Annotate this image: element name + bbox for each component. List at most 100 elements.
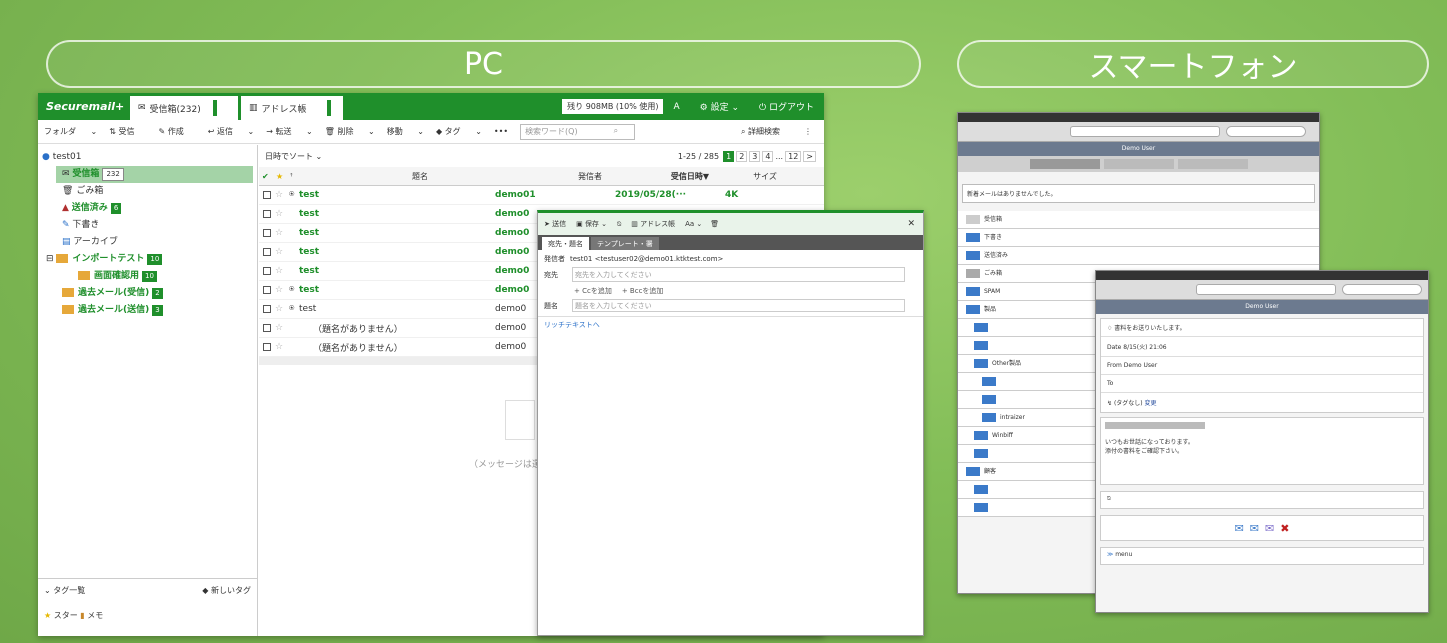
folder-archive[interactable]: ▤ アーカイブ [42,234,253,251]
book-icon: ▥ [249,103,258,113]
browser-bar [958,122,1319,142]
menu-button[interactable]: ≫ menu [1100,547,1424,565]
folder-menu[interactable]: フォルダ ⌄ [44,126,97,137]
search-input[interactable]: 検索ワード(Q) ⌕ [520,123,636,140]
attachment-row[interactable]: ⍉ [1100,491,1424,509]
tab-addressbook[interactable]: ▥ アドレス帳 [241,96,343,120]
pc-header: PC [46,40,921,88]
pen-icon: ✎ [62,220,70,230]
compose-button[interactable]: ✎ 作成 [159,126,196,137]
move-button[interactable]: 移動 ⌄ [387,126,424,137]
sort-dropdown[interactable]: 日時でソート ⌄ [265,151,322,162]
forward-icon[interactable]: ✉ [1265,522,1274,535]
browser-bar [1096,280,1428,300]
folder-pane: ● test01 ✉ 受信箱 232 🗑 ごみ箱 ▲ 送信済み 6 ✎ 下書き ▤ … [38,145,258,636]
inbox-icon: ✉ [62,169,70,179]
tag-button[interactable]: ◆ タグ ⌄ [436,126,482,137]
delete-button[interactable]: 🗑 削除 ⌄ [325,126,375,137]
envelope-icon [505,400,535,440]
paperclip-icon: ⍉ [1107,495,1111,502]
col-date[interactable]: 受信日時▼ [650,171,730,182]
list-item[interactable]: 受信箱 [958,211,1319,229]
phone-nav: Demo User [1096,300,1428,314]
folder-sent[interactable]: ▲ 送信済み 6 [42,200,253,217]
list-item[interactable]: 下書き [958,229,1319,247]
col-size[interactable]: サイズ [730,171,800,182]
search-icon: ⌕ [613,125,619,135]
menu-icon: ≫ [1107,551,1116,558]
settings-button[interactable]: ⚙ 設定 ⌄ [690,100,749,113]
from-value: test01 <testuser02@demo01.ktktest.com> [570,255,724,263]
message-date: Date 8/15(火) 21:06 [1101,337,1423,357]
compose-window: ➤ 送信 ▣ 保存 ⌄ ⍉ ▥ アドレス帳 Aa ⌄ 🗑 ✕ 宛先・題名 テンプ… [537,210,924,636]
add-cc-button[interactable]: + Ccを追加 [574,287,612,295]
receive-button[interactable]: ⇅ 受信 [109,126,146,137]
account-node[interactable]: ● test01 [42,149,253,166]
page-next[interactable]: > [803,150,816,162]
font-size-button[interactable]: A [663,102,689,112]
page-12[interactable]: 12 [785,150,802,162]
smartphone-header: スマートフォン [957,40,1429,88]
close-icon[interactable]: ✕ [907,219,915,229]
send-button[interactable]: ➤ 送信 [544,219,566,229]
list-item[interactable]: 送信済み [958,247,1319,265]
logout-button[interactable]: ⏻ ログアウト [749,100,824,113]
richtext-link[interactable]: リッチテキストへ [538,316,923,333]
table-row[interactable]: ☆ ⍟ test demo01 2019/05/28(··· 4K [259,186,824,205]
add-bcc-button[interactable]: + Bccを追加 [622,287,664,295]
tab-recipients[interactable]: 宛先・題名 [542,237,589,250]
folder-trash[interactable]: 🗑 ごみ箱 [42,183,253,200]
subject-label: 題名 [544,301,558,310]
delete-icon[interactable]: ✖ [1280,522,1289,535]
page-4[interactable]: 4 [762,150,774,162]
folder-past-sent[interactable]: 過去メール(送信) 3 [42,302,253,319]
memo-icon: ▮ [80,611,85,620]
to-field[interactable]: 宛先を入力してください [572,267,905,282]
archive-icon: ▤ [62,237,71,247]
reply-all-icon[interactable]: ✉ [1250,522,1259,535]
folder-inbox[interactable]: ✉ 受信箱 232 [56,166,253,183]
message-body: いつもお世話になっております。 添付の書料をご確認下さい。 [1100,417,1424,485]
page-3[interactable]: 3 [749,150,761,162]
save-button[interactable]: ▣ 保存 ⌄ [576,219,607,229]
folder-icon [56,254,69,263]
forward-button[interactable]: → 転送 ⌄ [266,126,313,137]
attach-icon[interactable]: ⍉ [617,220,621,229]
folder-drafts[interactable]: ✎ 下書き [42,217,253,234]
col-sender[interactable]: 発信者 [530,171,650,182]
phone-message-view: Demo User ♢ 書料をお送りいたします。 Date 8/15(火) 21… [1095,270,1429,613]
tag-memo[interactable]: ▮ メモ [80,611,103,620]
folder-icon [78,271,90,280]
reply-button[interactable]: ↩ 返信 ⌄ [208,126,255,137]
page-1[interactable]: 1 [723,150,735,162]
tab-template[interactable]: テンプレート・署 [591,237,659,250]
power-icon: ⏻ [759,103,769,113]
securemail-logo: Securemail+ [46,100,125,113]
page-ellipsis: ... [775,151,784,161]
addressbook-button[interactable]: ▥ アドレス帳 [631,219,675,229]
message-subject: ♢ 書料をお送りいたします。 [1101,319,1423,337]
folder-past-received[interactable]: 過去メール(受信) 2 [42,285,253,302]
col-subject[interactable]: 題名 [310,171,530,182]
to-label: 宛先 [544,270,558,279]
empty-message: （メッセージは選 [469,460,541,470]
kebab-icon[interactable]: ⋮ [804,127,812,136]
reply-icon[interactable]: ✉ [1235,522,1244,535]
tag-star[interactable]: ★ スター [44,611,78,620]
mail-toolbar: フォルダ ⌄ ⇅ 受信 ✎ 作成 ↩ 返信 ⌄ → 転送 ⌄ 🗑 削除 ⌄ 移動… [38,120,824,144]
font-button[interactable]: Aa ⌄ [685,220,702,228]
new-tag-button[interactable]: ◆ 新しいタグ [202,585,251,596]
tag-list-toggle[interactable]: ⌄ タグ一覧 [44,585,85,596]
from-label: 発信者 [544,255,565,263]
folder-import[interactable]: ⊟ インポートテスト 10 [42,251,253,268]
page-2[interactable]: 2 [736,150,748,162]
tab-inbox[interactable]: ✉ 受信箱(232) [130,96,238,120]
more-button[interactable]: ••• [494,127,508,136]
advanced-search-button[interactable]: ⌕ 詳細検索 [741,126,792,137]
trash-icon[interactable]: 🗑 [710,220,719,228]
folder-screencheck[interactable]: 画面確認用 10 [42,268,253,285]
tag-change-link[interactable]: 変更 [1145,400,1157,407]
subject-field[interactable]: 題名を入力してください [572,299,905,312]
inbox-icon: ✉ [138,103,146,113]
page-range: 1-25 / 285 [677,151,720,161]
